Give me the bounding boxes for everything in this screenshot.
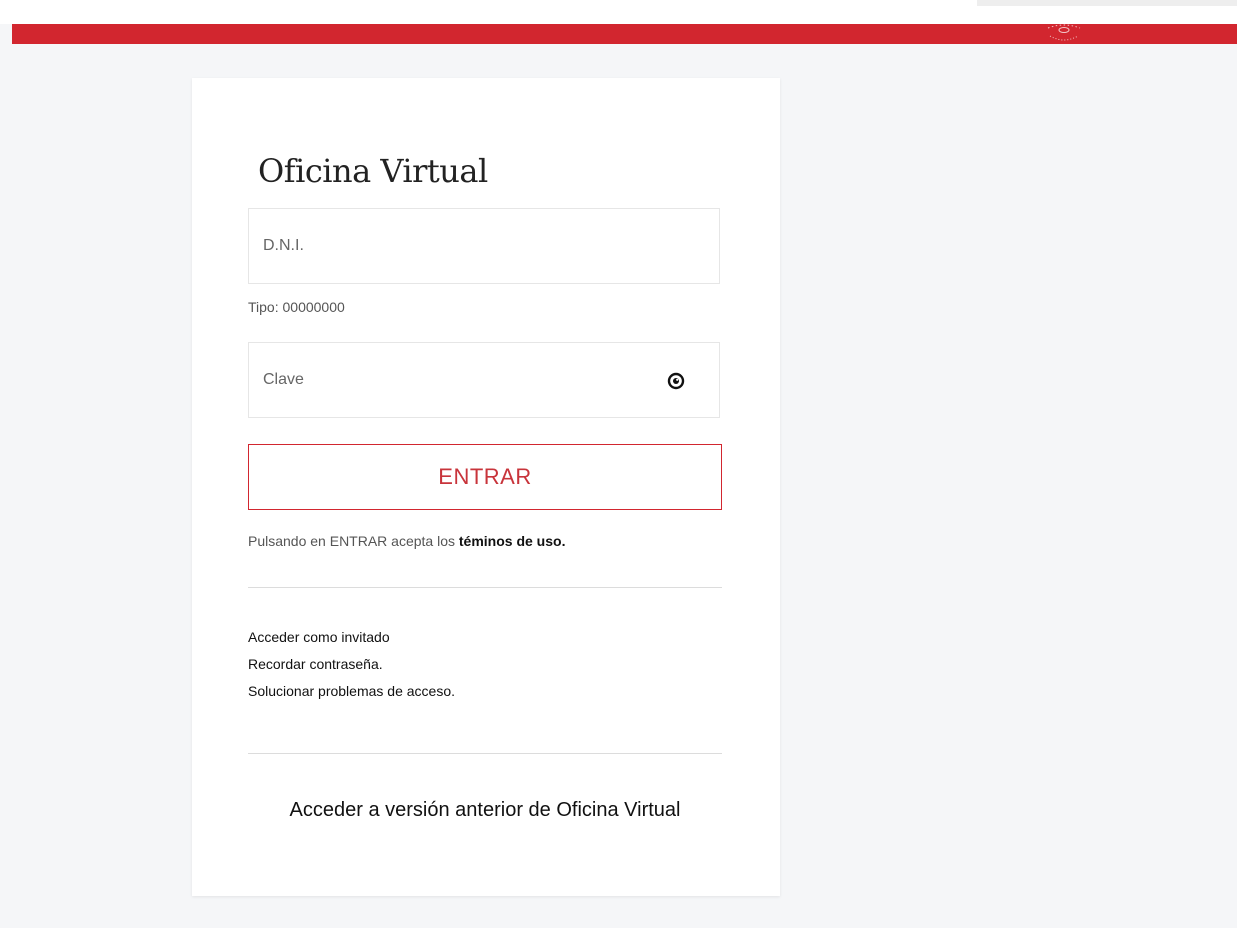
eye-icon[interactable] — [667, 372, 685, 390]
dni-format-hint: Tipo: 00000000 — [248, 299, 345, 315]
terms-of-use-link[interactable]: téminos de uso. — [459, 533, 566, 549]
top-strip — [0, 0, 1237, 24]
access-problems-link[interactable]: Solucionar problemas de acceso. — [248, 683, 455, 699]
page-title: Oficina Virtual — [258, 152, 488, 190]
coat-of-arms-icon — [1047, 24, 1081, 41]
top-strip-box — [977, 0, 1237, 6]
dni-input[interactable] — [249, 209, 719, 283]
login-card: Oficina Virtual Tipo: 00000000 ENTRAR Pu… — [192, 78, 780, 896]
password-input[interactable] — [249, 343, 719, 417]
terms-notice: Pulsando en ENTRAR acepta los téminos de… — [248, 533, 565, 549]
password-field — [248, 342, 720, 418]
divider — [248, 753, 722, 754]
terms-prefix: Pulsando en ENTRAR acepta los — [248, 533, 459, 549]
legacy-version-link[interactable]: Acceder a versión anterior de Oficina Vi… — [248, 799, 722, 822]
dni-field — [248, 208, 720, 284]
remember-password-link[interactable]: Recordar contraseña. — [248, 656, 383, 672]
divider — [248, 587, 722, 588]
enter-button[interactable]: ENTRAR — [248, 444, 722, 510]
guest-access-link[interactable]: Acceder como invitado — [248, 629, 390, 645]
